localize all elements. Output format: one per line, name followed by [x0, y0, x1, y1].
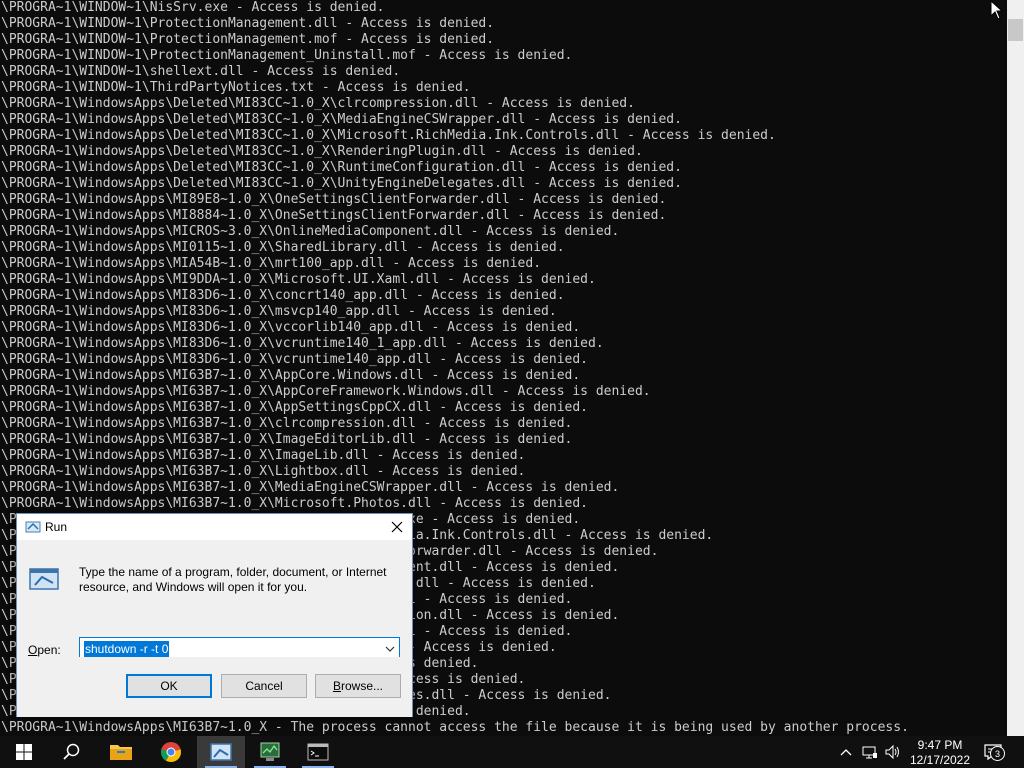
chrome-button[interactable]: [147, 736, 195, 768]
console-scrollbar[interactable]: [1007, 0, 1024, 736]
console-line: \PROGRA~1\WindowsApps\MI83D6~1.0_X\vcrun…: [1, 352, 588, 367]
search-icon: [63, 743, 80, 760]
console-line: \PROGRA~1\WINDOW~1\ProtectionManagement.…: [1, 16, 495, 31]
console-line: \PROGRA~1\WindowsApps\MI9DDA~1.0_X\Micro…: [1, 272, 596, 287]
network-icon[interactable]: [862, 744, 878, 760]
console-line: \PROGRA~1\WindowsApps\MI63B7~1.0_X\Media…: [1, 480, 620, 495]
console-line: \PROGRA~1\WindowsApps\MI0115~1.0_X\Share…: [1, 240, 565, 255]
console-line: \PROGRA~1\WINDOW~1\NisSrv.exe - Access i…: [1, 0, 385, 15]
command-prompt-button[interactable]: [294, 736, 342, 768]
console-line: \PROGRA~1\WindowsApps\MI83D6~1.0_X\msvcp…: [1, 304, 557, 319]
run-icon: [210, 743, 232, 761]
mouse-cursor-icon: [990, 0, 1004, 20]
windows-logo-icon: [16, 744, 32, 760]
browse-button[interactable]: Browse...: [315, 674, 401, 698]
console-line: \PROGRA~1\WINDOW~1\shellext.dll - Access…: [1, 64, 401, 79]
clock-date: 12/17/2022: [909, 753, 971, 767]
run-dialog-taskbar-button[interactable]: [197, 736, 245, 768]
cmd-icon: [307, 743, 329, 761]
console-line: \PROGRA~1\WindowsApps\MICROS~3.0_X\Onlin…: [1, 224, 620, 239]
folder-icon: [110, 745, 132, 760]
console-line: \PROGRA~1\WindowsApps\Deleted\MI83CC~1.0…: [1, 176, 682, 191]
clock-time: 9:47 PM: [917, 738, 963, 752]
console-line: \PROGRA~1\WindowsApps\Deleted\MI83CC~1.0…: [1, 144, 643, 159]
run-icon: [25, 521, 41, 533]
run-dialog-titlebar[interactable]: Run: [17, 514, 412, 540]
console-line: \PROGRA~1\WindowsApps\MIA54B~1.0_X\mrt10…: [1, 256, 542, 271]
start-button[interactable]: [0, 736, 48, 768]
cancel-button[interactable]: Cancel: [221, 674, 307, 698]
console-line: \PROGRA~1\WINDOW~1\ThirdPartyNotices.txt…: [1, 80, 471, 95]
console-line: \PROGRA~1\WindowsApps\MI83D6~1.0_X\concr…: [1, 288, 565, 303]
console-line: \PROGRA~1\WindowsApps\MI83D6~1.0_X\vccor…: [1, 320, 581, 335]
chevron-down-icon[interactable]: [383, 642, 397, 656]
console-line: \PROGRA~1\WindowsApps\MI63B7~1.0_X\Micro…: [1, 496, 588, 511]
console-line: \PROGRA~1\WindowsApps\MI63B7~1.0_X\clrco…: [1, 416, 573, 431]
close-icon: [391, 521, 403, 533]
console-line: \PROGRA~1\WindowsApps\MI63B7~1.0_X\AppSe…: [1, 400, 588, 415]
run-program-icon: [29, 568, 59, 590]
scrollbar-thumb[interactable]: [1008, 19, 1023, 41]
chevron-up-icon[interactable]: [838, 744, 854, 760]
notification-badge: 3: [990, 746, 1005, 761]
console-line: \PROGRA~1\WindowsApps\MI63B7~1.0_X\AppCo…: [1, 368, 581, 383]
console-line: \PROGRA~1\WINDOW~1\ProtectionManagement_…: [1, 48, 573, 63]
console-line: \PROGRA~1\WindowsApps\Deleted\MI83CC~1.0…: [1, 96, 635, 111]
open-label: Open:: [28, 643, 61, 657]
console-line: \PROGRA~1\WindowsApps\Deleted\MI83CC~1.0…: [1, 112, 682, 127]
run-dialog: Run Type the name of a program, folder, …: [16, 513, 413, 717]
console-line: \PROGRA~1\WindowsApps\MI89E8~1.0_X\OneSe…: [1, 192, 667, 207]
chrome-icon: [160, 742, 182, 763]
console-line: \PROGRA~1\WindowsApps\MI83D6~1.0_X\vcrun…: [1, 336, 604, 351]
task-manager-icon: [260, 742, 280, 761]
console-line: \PROGRA~1\WINDOW~1\ProtectionManagement.…: [1, 32, 495, 47]
taskbar: 9:47 PM 12/17/2022: [0, 736, 1024, 768]
open-input[interactable]: shutdown -r -t 0: [84, 641, 170, 657]
console-line: \PROGRA~1\WindowsApps\MI63B7~1.0_X\Image…: [1, 432, 573, 447]
console-line: \PROGRA~1\WindowsApps\MI63B7~1.0_X\Light…: [1, 464, 526, 479]
task-manager-button[interactable]: [246, 736, 294, 768]
run-dialog-body: Type the name of a program, folder, docu…: [17, 540, 412, 661]
taskbar-clock[interactable]: 9:47 PM 12/17/2022: [906, 736, 974, 768]
close-button[interactable]: [382, 514, 412, 540]
run-dialog-description: Type the name of a program, folder, docu…: [79, 565, 387, 594]
search-button[interactable]: [48, 736, 96, 768]
console-line: \PROGRA~1\WindowsApps\Deleted\MI83CC~1.0…: [1, 160, 682, 175]
console-line: \PROGRA~1\WindowsApps\MI63B7~1.0_X\AppCo…: [1, 384, 651, 399]
console-line: \PROGRA~1\WindowsApps\MI63B7~1.0_X - The…: [1, 720, 909, 735]
console-line: \PROGRA~1\WindowsApps\MI8884~1.0_X\OneSe…: [1, 208, 667, 223]
ok-button[interactable]: OK: [126, 674, 212, 698]
console-line: \PROGRA~1\WindowsApps\MI63B7~1.0_X\Image…: [1, 448, 526, 463]
file-explorer-button[interactable]: [97, 736, 145, 768]
console-line: \PROGRA~1\WindowsApps\Deleted\MI83CC~1.0…: [1, 128, 776, 143]
run-dialog-title: Run: [45, 520, 68, 534]
volume-icon[interactable]: [885, 744, 901, 760]
